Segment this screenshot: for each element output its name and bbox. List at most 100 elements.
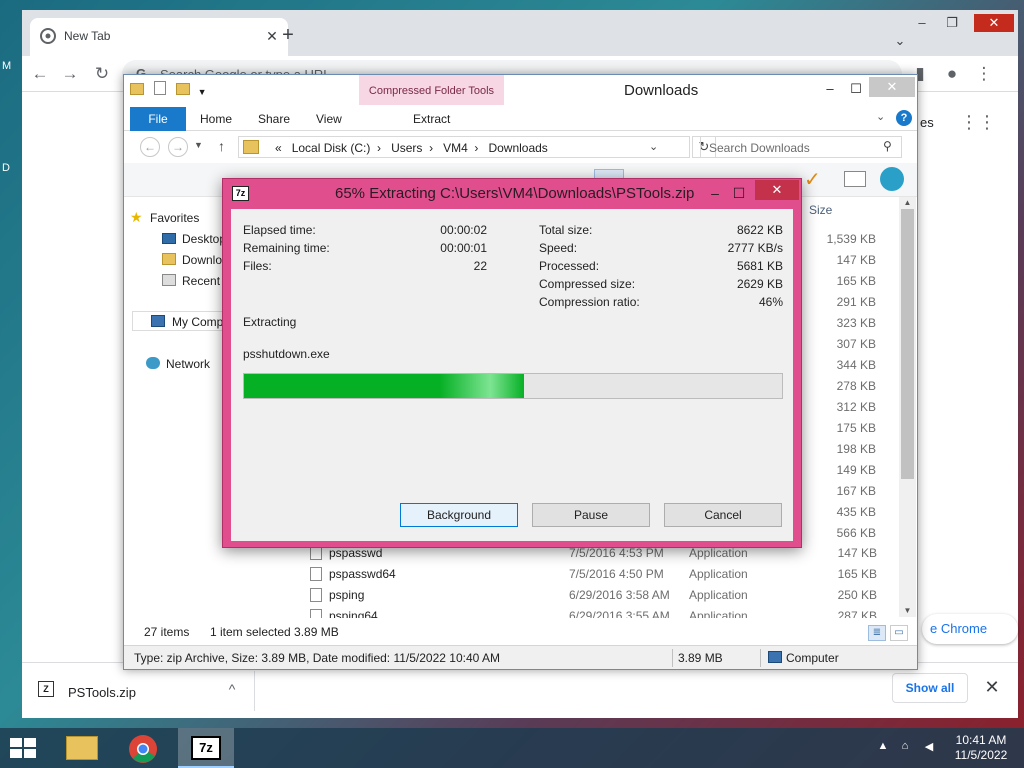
- taskbar: 7z ▲ ⌂ ◀ 10:41 AM 11/5/2022: [0, 728, 1024, 768]
- size-cell: 435 KB: [836, 505, 876, 519]
- new-folder-icon[interactable]: [175, 83, 190, 95]
- back-arrow-icon[interactable]: ←: [28, 62, 52, 86]
- chrome-tab-search-icon[interactable]: ⌄: [886, 32, 914, 50]
- show-hidden-icons-icon[interactable]: ▲: [876, 740, 890, 754]
- scroll-down-icon[interactable]: ▼: [899, 605, 916, 617]
- close-icon[interactable]: ✕: [980, 675, 1004, 699]
- application-icon: [310, 609, 322, 618]
- status-details: Type: zip Archive, Size: 3.89 MB, Date m…: [134, 651, 500, 665]
- column-header-size[interactable]: Size: [809, 203, 832, 217]
- chevron-down-icon[interactable]: ▼: [198, 87, 207, 97]
- file-type: Application: [689, 567, 748, 581]
- taskbar-7zip[interactable]: 7z: [178, 728, 234, 768]
- status-bar: Type: zip Archive, Size: 3.89 MB, Date m…: [124, 645, 917, 669]
- clock[interactable]: 10:41 AM 11/5/2022: [946, 733, 1016, 763]
- address-bar-row: ← → ▼ ↑ « Local Disk (C:) › Users › VM4 …: [124, 131, 917, 163]
- divider: [760, 649, 761, 667]
- file-name: pspasswd: [329, 546, 383, 560]
- size-cell: 1,539 KB: [826, 232, 876, 246]
- show-all-button[interactable]: Show all: [892, 673, 968, 703]
- forward-arrow-icon[interactable]: →: [58, 62, 82, 86]
- vertical-scrollbar[interactable]: ▲ ▼: [899, 197, 916, 617]
- ribbon-expand-icon[interactable]: ⌄: [876, 110, 885, 123]
- chrome-minimize-button[interactable]: –: [908, 14, 936, 32]
- windows-start-icon[interactable]: [8, 736, 38, 760]
- breadcrumb-overflow[interactable]: «: [275, 141, 282, 155]
- explorer-minimize-button[interactable]: –: [818, 79, 842, 99]
- table-row[interactable]: psping64 6/29/2016 3:55 AM Application 2…: [307, 606, 877, 618]
- breadcrumb-downloads[interactable]: Downloads: [488, 141, 547, 155]
- nav-item-desktop[interactable]: Desktop: [162, 232, 227, 246]
- properties-icon[interactable]: [153, 81, 166, 95]
- dialog-close-button[interactable]: ✕: [755, 180, 799, 200]
- file-name: psping: [329, 588, 365, 602]
- search-input[interactable]: Search Downloads ⚲: [700, 136, 902, 158]
- scroll-up-icon[interactable]: ▲: [899, 197, 916, 209]
- breadcrumb-vm4[interactable]: VM4: [443, 141, 468, 155]
- tab-file[interactable]: File: [130, 107, 186, 131]
- google-apps-icon[interactable]: ⋮⋮: [960, 112, 996, 134]
- tab-share[interactable]: Share: [258, 112, 290, 126]
- explorer-close-button[interactable]: ✕: [869, 77, 915, 97]
- large-icons-view-icon[interactable]: ▭: [890, 625, 908, 641]
- table-row[interactable]: pspasswd64 7/5/2016 4:50 PM Application …: [307, 564, 877, 585]
- back-arrow-icon[interactable]: ←: [140, 137, 160, 157]
- tab-new-tab[interactable]: New Tab ✕: [30, 18, 288, 56]
- chrome-menu-icon[interactable]: ⋮: [972, 62, 996, 86]
- pause-button[interactable]: Pause: [532, 503, 650, 527]
- up-arrow-icon[interactable]: ↑: [218, 138, 225, 154]
- volume-icon[interactable]: ◀: [922, 740, 936, 754]
- chevron-up-icon[interactable]: ^: [222, 679, 242, 699]
- size-cell: 312 KB: [836, 400, 876, 414]
- forward-arrow-icon[interactable]: →: [168, 137, 188, 157]
- folder-icon[interactable]: [130, 83, 144, 95]
- scrollbar-thumb[interactable]: [901, 209, 914, 479]
- progress-fill: [244, 374, 524, 398]
- taskbar-chrome[interactable]: [116, 728, 172, 768]
- breadcrumb-local-disk[interactable]: Local Disk (C:): [292, 141, 371, 155]
- tab-view[interactable]: View: [316, 112, 342, 126]
- selection-info: 1 item selected 3.89 MB: [210, 625, 339, 639]
- nav-item-network[interactable]: Network: [146, 357, 210, 371]
- profile-avatar-icon[interactable]: ●: [940, 62, 964, 86]
- chrome-maximize-button[interactable]: ❐: [938, 14, 966, 32]
- network-icon[interactable]: ⌂: [898, 740, 912, 754]
- address-dropdown-icon[interactable]: ⌄: [649, 140, 658, 153]
- stat-value-compression-ratio: 46%: [758, 295, 783, 309]
- globe-icon[interactable]: [880, 167, 904, 191]
- help-icon[interactable]: ?: [896, 110, 912, 126]
- file-type: Application: [689, 546, 748, 560]
- new-tab-button[interactable]: +: [276, 24, 300, 48]
- table-row[interactable]: psping 6/29/2016 3:58 AM Application 250…: [307, 585, 877, 606]
- tab-home[interactable]: Home: [200, 112, 232, 126]
- window-title: Downloads: [624, 82, 699, 99]
- dialog-minimize-button[interactable]: –: [703, 183, 727, 203]
- checkmark-icon[interactable]: ✓: [804, 167, 821, 192]
- recent-locations-icon[interactable]: ▼: [194, 140, 203, 150]
- background-button[interactable]: Background: [400, 503, 518, 527]
- dialog-title: 65% Extracting C:\Users\VM4\Downloads\PS…: [335, 185, 695, 202]
- application-icon: [310, 588, 322, 602]
- window-icon[interactable]: [844, 171, 866, 187]
- divider: [672, 649, 673, 667]
- nav-item-label: Desktop: [182, 232, 227, 246]
- tab-extract[interactable]: Extract: [413, 112, 450, 126]
- cancel-button[interactable]: Cancel: [664, 503, 782, 527]
- nav-item-downloads[interactable]: Downlo: [162, 253, 222, 267]
- stat-label-processed: Processed:: [539, 259, 600, 273]
- downloads-bar: Z PSTools.zip ^ Show all ✕: [22, 662, 1018, 718]
- network-icon: [146, 357, 160, 369]
- dialog-maximize-button[interactable]: ☐: [727, 183, 751, 203]
- nav-item-favorites[interactable]: ★ Favorites: [130, 209, 200, 225]
- nav-item-label: Favorites: [150, 211, 200, 225]
- address-bar[interactable]: « Local Disk (C:) › Users › VM4 › Downlo…: [238, 136, 690, 158]
- file-date: 7/5/2016 4:53 PM: [569, 546, 664, 560]
- reload-icon[interactable]: ↻: [90, 62, 114, 86]
- details-view-icon[interactable]: ≣: [868, 625, 886, 641]
- customize-chrome-button[interactable]: e Chrome: [922, 614, 1018, 644]
- chrome-close-button[interactable]: ✕: [974, 14, 1014, 32]
- explorer-maximize-button[interactable]: ☐: [844, 79, 868, 99]
- taskbar-file-explorer[interactable]: [54, 728, 110, 768]
- download-item-label[interactable]: PSTools.zip: [68, 685, 136, 700]
- breadcrumb-users[interactable]: Users: [391, 141, 422, 155]
